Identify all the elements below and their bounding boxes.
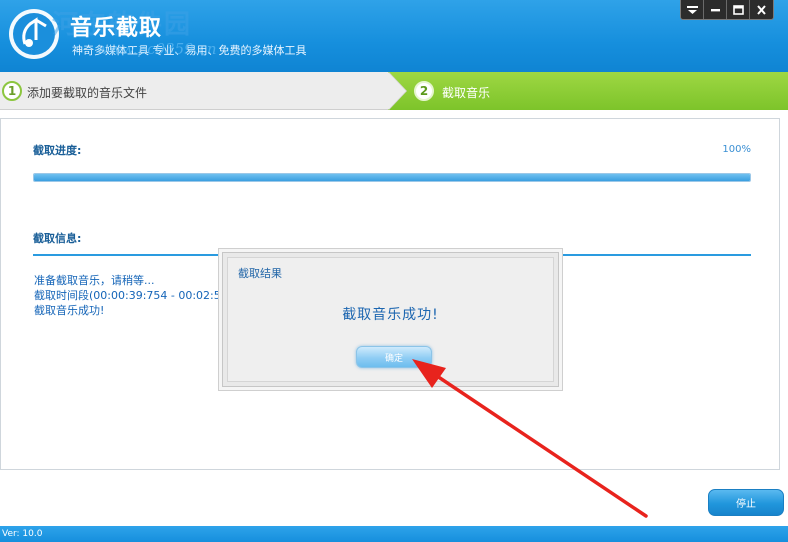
step-number-active: 2 — [414, 81, 434, 101]
status-bar: Ver: 10.0 — [0, 526, 788, 542]
watermark-url: www.pc0359.cn — [96, 40, 217, 58]
step-label: 添加要截取的音乐文件 — [27, 86, 148, 100]
result-dialog: 截取结果 截取音乐成功! 确定 — [222, 252, 559, 387]
minimize-icon[interactable] — [704, 0, 727, 19]
app-title: 音乐截取 — [70, 15, 163, 41]
maximize-icon[interactable] — [727, 0, 750, 19]
log-line: 截取时间段(00:00:39:754 - 00:02:5 — [34, 289, 221, 302]
info-log: 准备截取音乐，请稍等... 截取时间段(00:00:39:754 - 00:02… — [34, 273, 221, 318]
progress-label: 截取进度: — [33, 144, 82, 157]
close-icon[interactable] — [750, 0, 773, 19]
step-separator-arrow — [388, 72, 406, 110]
dialog-title: 截取结果 — [238, 267, 282, 280]
step-add-files[interactable]: 1 添加要截取的音乐文件 — [0, 72, 400, 110]
log-line: 截取音乐成功! — [34, 304, 105, 317]
dialog-body: 截取结果 截取音乐成功! 确定 — [227, 257, 554, 382]
log-line: 准备截取音乐，请稍等... — [34, 274, 155, 287]
info-label: 截取信息: — [33, 232, 82, 245]
stop-button[interactable]: 停止 — [708, 489, 784, 516]
title-bar: 河东软件园 音乐截取 神奇多媒体工具 专业、易用、免费的多媒体工具 www.pc… — [0, 0, 788, 72]
menu-icon[interactable] — [681, 0, 704, 19]
window-controls — [680, 0, 774, 20]
progress-bar-fill — [34, 174, 750, 181]
step-label-active: 截取音乐 — [442, 86, 491, 100]
version-text: Ver: 10.0 — [2, 529, 43, 539]
progress-bar — [33, 173, 751, 182]
step-number: 1 — [2, 81, 22, 101]
wizard-steps: 1 添加要截取的音乐文件 2 截取音乐 — [0, 72, 788, 110]
ok-button[interactable]: 确定 — [356, 346, 432, 368]
progress-percent: 100% — [722, 144, 751, 155]
dialog-message: 截取音乐成功! — [342, 307, 439, 323]
